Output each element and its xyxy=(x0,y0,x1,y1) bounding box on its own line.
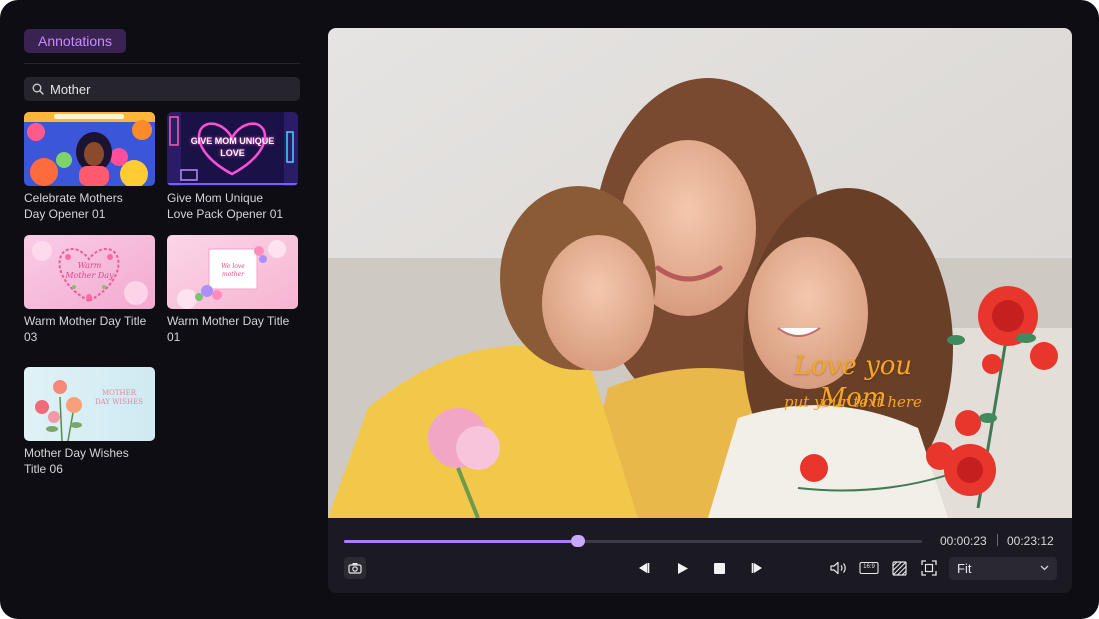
play-button[interactable] xyxy=(673,559,693,577)
thumbnail-text: GIVE MOM UNIQUE LOVE xyxy=(190,136,275,158)
fit-select[interactable]: Fit xyxy=(949,557,1057,580)
timeline-progress xyxy=(344,540,579,543)
video-preview[interactable]: Love you Mom put your text here xyxy=(328,28,1072,518)
play-icon xyxy=(678,562,688,574)
volume-button[interactable] xyxy=(828,558,850,578)
template-thumbnail[interactable]: Warm Mother Day xyxy=(24,235,155,309)
snapshot-button[interactable] xyxy=(344,557,366,579)
total-time: 00:23:12 xyxy=(1007,534,1054,548)
snapshot-icon xyxy=(348,563,362,574)
timeline-scrubber[interactable] xyxy=(571,535,586,547)
template-card[interactable]: GIVE MOM UNIQUE LOVE Give Mom Unique Lov… xyxy=(167,112,298,222)
stop-button[interactable] xyxy=(709,559,729,577)
template-card[interactable]: We love mother Warm Mother Day Title 01 xyxy=(167,235,298,345)
template-thumbnail[interactable]: GIVE MOM UNIQUE LOVE xyxy=(167,112,298,186)
time-separator xyxy=(997,534,998,546)
template-title: Warm Mother Day Title 03 xyxy=(24,314,147,344)
current-time: 00:00:23 xyxy=(940,534,987,548)
template-thumbnail[interactable] xyxy=(24,112,155,186)
video-player: Love you Mom put your text here 00:00:23… xyxy=(328,28,1072,593)
safe-zone-icon xyxy=(891,560,907,576)
template-card[interactable]: Celebrate Mothers Day Opener 01 xyxy=(24,112,155,222)
template-thumbnail[interactable]: We love mother xyxy=(167,235,298,309)
stop-icon xyxy=(713,562,725,574)
overlay-subtitle: put your text here xyxy=(784,393,922,411)
chevron-down-icon xyxy=(1040,565,1049,571)
tab-annotations[interactable]: Annotations xyxy=(24,29,126,53)
template-card[interactable]: Warm Mother Day Warm Mother Day Title 03 xyxy=(24,235,155,345)
template-card[interactable]: MOTHER DAY WISHES Mother Day Wishes Titl… xyxy=(24,367,155,477)
fullscreen-button[interactable] xyxy=(919,558,939,578)
template-thumbnail[interactable]: MOTHER DAY WISHES xyxy=(24,367,155,441)
aspect-ratio-button[interactable]: 16:9 xyxy=(858,558,880,578)
search-input[interactable] xyxy=(50,77,290,101)
fit-select-value: Fit xyxy=(957,561,972,576)
volume-icon xyxy=(830,561,846,575)
timeline-track[interactable] xyxy=(344,535,922,547)
template-title: Celebrate Mothers Day Opener 01 xyxy=(24,191,123,221)
prev-frame-icon xyxy=(639,563,650,573)
search-icon xyxy=(32,83,44,95)
divider xyxy=(24,63,300,64)
prev-frame-button[interactable] xyxy=(633,559,653,577)
template-title: Warm Mother Day Title 01 xyxy=(167,314,290,344)
next-frame-icon xyxy=(751,563,762,573)
search-box[interactable] xyxy=(24,77,300,101)
safe-zone-button[interactable] xyxy=(889,558,909,578)
app-window: Annotations Celebr xyxy=(0,0,1099,619)
thumbnail-text: We love mother xyxy=(221,263,245,278)
fullscreen-icon xyxy=(921,560,937,576)
thumbnail-text: MOTHER DAY WISHES xyxy=(95,389,143,406)
aspect-ratio-label: 16:9 xyxy=(863,564,875,570)
template-title: Mother Day Wishes Title 06 xyxy=(24,446,129,476)
next-frame-button[interactable] xyxy=(748,559,768,577)
thumbnail-text: Warm Mother Day xyxy=(65,261,114,280)
template-title: Give Mom Unique Love Pack Opener 01 xyxy=(167,191,284,221)
